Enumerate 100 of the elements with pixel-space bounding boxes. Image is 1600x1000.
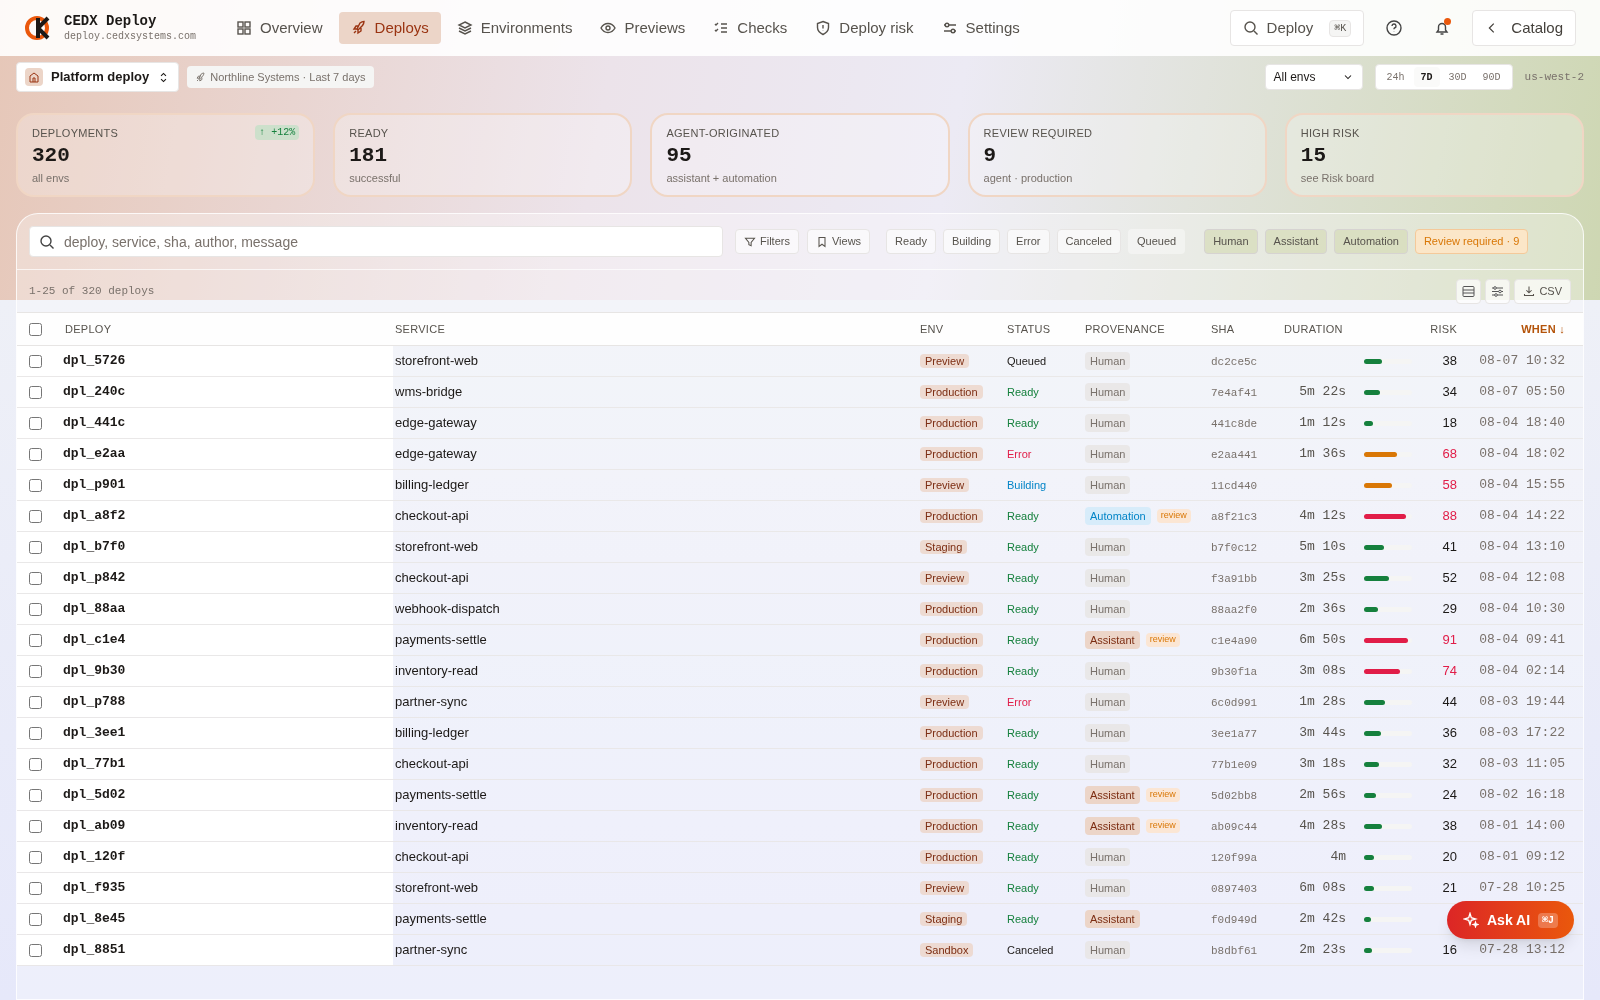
- deploy-id[interactable]: dpl_240c: [63, 382, 126, 402]
- search-field[interactable]: deploy, service, sha, author, message: [29, 226, 723, 257]
- row-checkbox[interactable]: [29, 664, 42, 678]
- nav-tab[interactable]: Environments: [444, 12, 585, 44]
- nav-tab[interactable]: Checks: [701, 12, 800, 44]
- risk-score: 91: [1442, 632, 1457, 648]
- deploy-id[interactable]: dpl_p788: [63, 692, 126, 712]
- row-checkbox[interactable]: [29, 788, 42, 802]
- filter-chip[interactable]: Building: [942, 229, 1001, 254]
- filter-chip[interactable]: Canceled: [1056, 229, 1121, 254]
- env-badge: Production: [920, 819, 983, 833]
- deploy-id[interactable]: dpl_ab09: [63, 816, 126, 836]
- project-icon: [25, 68, 43, 86]
- column-header[interactable]: PROVENANCE: [1085, 322, 1165, 335]
- column-header[interactable]: DURATION: [1284, 322, 1343, 335]
- timestamp: 08-04 13:10: [1479, 539, 1565, 555]
- timestamp: 08-04 10:30: [1479, 601, 1565, 617]
- row-checkbox[interactable]: [29, 912, 42, 926]
- nav-tab[interactable]: Previews: [588, 12, 698, 44]
- service-name: checkout-api: [394, 848, 469, 867]
- deploy-id[interactable]: dpl_p842: [63, 568, 126, 588]
- deploy-id[interactable]: dpl_5726: [63, 351, 126, 371]
- sha-text: c1e4a90: [1211, 634, 1258, 647]
- row-checkbox[interactable]: [29, 602, 42, 616]
- filter-chip[interactable]: Error: [1007, 229, 1050, 254]
- bookmark-icon: [815, 235, 828, 248]
- nav-tab[interactable]: Settings: [929, 12, 1032, 44]
- nav-tab[interactable]: Overview: [224, 12, 335, 44]
- column-header[interactable]: SHA: [1211, 322, 1235, 335]
- row-checkbox[interactable]: [29, 726, 42, 740]
- nav-tab[interactable]: Deploys: [338, 12, 441, 44]
- deploy-id[interactable]: dpl_8e45: [63, 909, 126, 929]
- status-text: Ready: [1007, 634, 1039, 646]
- env-select[interactable]: All envs: [1264, 64, 1363, 90]
- column-header[interactable]: ENV: [920, 322, 944, 335]
- row-checkbox[interactable]: [29, 819, 42, 833]
- deploy-id[interactable]: dpl_a8f2: [63, 506, 126, 526]
- service-name: inventory-read: [394, 817, 479, 836]
- deploy-id[interactable]: dpl_p901: [63, 475, 126, 495]
- row-checkbox[interactable]: [29, 695, 42, 709]
- row-checkbox[interactable]: [29, 633, 42, 647]
- deploy-id[interactable]: dpl_9b30: [63, 661, 126, 681]
- risk-score: 16: [1442, 942, 1457, 958]
- row-checkbox[interactable]: [29, 447, 42, 461]
- ask-ai-button[interactable]: Ask AI ⌘J: [1447, 901, 1575, 939]
- range-tab[interactable]: 90D: [1475, 67, 1508, 87]
- column-header[interactable]: SERVICE: [395, 322, 446, 335]
- sha-text: 0897403: [1211, 882, 1258, 895]
- column-header[interactable]: DEPLOY: [65, 322, 112, 335]
- range-tab[interactable]: 30D: [1441, 67, 1474, 87]
- deploy-id[interactable]: dpl_441c: [63, 413, 126, 433]
- deploy-id[interactable]: dpl_5d02: [63, 785, 126, 805]
- range-tab[interactable]: 7D: [1413, 67, 1440, 87]
- row-checkbox[interactable]: [29, 571, 42, 585]
- column-header[interactable]: RISK: [1430, 322, 1457, 335]
- catalog-button[interactable]: Catalog: [1472, 10, 1576, 46]
- row-checkbox[interactable]: [29, 509, 42, 523]
- nav-tab[interactable]: Deploy risk: [803, 12, 926, 44]
- deploy-id[interactable]: dpl_b7f0: [63, 537, 126, 557]
- duration-text: 5m 22s: [1299, 384, 1346, 400]
- row-checkbox[interactable]: [29, 850, 42, 864]
- search-button[interactable]: Deploy ⌘K: [1229, 10, 1365, 46]
- range-tab[interactable]: 24h: [1379, 67, 1412, 87]
- deploy-id[interactable]: dpl_88aa: [63, 599, 126, 619]
- filter-chip[interactable]: Human: [1204, 229, 1258, 254]
- status-text: Building: [1007, 479, 1047, 491]
- filter-button[interactable]: Filters: [735, 229, 799, 254]
- filter-chip[interactable]: Ready: [886, 229, 936, 254]
- row-checkbox[interactable]: [29, 385, 42, 399]
- filter-chip[interactable]: Queued: [1128, 229, 1186, 254]
- deploy-id[interactable]: dpl_120f: [63, 847, 126, 867]
- row-checkbox[interactable]: [29, 881, 42, 895]
- deploy-id[interactable]: dpl_3ee1: [63, 723, 126, 743]
- row-checkbox[interactable]: [29, 354, 42, 368]
- deploy-id[interactable]: dpl_e2aa: [63, 444, 126, 464]
- select-all-checkbox[interactable]: [29, 322, 42, 336]
- row-checkbox[interactable]: [29, 416, 42, 430]
- deploy-id[interactable]: dpl_f935: [63, 878, 126, 898]
- timestamp: 08-03 17:22: [1479, 725, 1565, 741]
- eye-icon: [600, 20, 617, 36]
- row-checkbox[interactable]: [29, 943, 42, 957]
- project-selector[interactable]: Platform deploy: [16, 62, 180, 92]
- row-checkbox[interactable]: [29, 478, 42, 492]
- env-badge: Preview: [920, 354, 970, 368]
- csv-button[interactable]: CSV: [1514, 278, 1571, 304]
- env-badge: Preview: [920, 478, 970, 492]
- stat-caption: see Risk board: [1300, 170, 1375, 186]
- density-button[interactable]: [1456, 278, 1482, 304]
- filter-button[interactable]: Views: [806, 229, 871, 254]
- filter-chip[interactable]: Assistant: [1264, 229, 1328, 254]
- row-checkbox[interactable]: [29, 540, 42, 554]
- column-header[interactable]: WHEN ↓: [1521, 322, 1565, 335]
- deploy-id[interactable]: dpl_8851: [63, 940, 126, 960]
- column-header[interactable]: STATUS: [1007, 322, 1051, 335]
- row-checkbox[interactable]: [29, 757, 42, 771]
- env-badge: Production: [920, 633, 983, 647]
- filter-chip[interactable]: Automation: [1334, 229, 1408, 254]
- columns-button[interactable]: [1485, 278, 1511, 304]
- deploy-id[interactable]: dpl_c1e4: [63, 630, 126, 650]
- deploy-id[interactable]: dpl_77b1: [63, 754, 126, 774]
